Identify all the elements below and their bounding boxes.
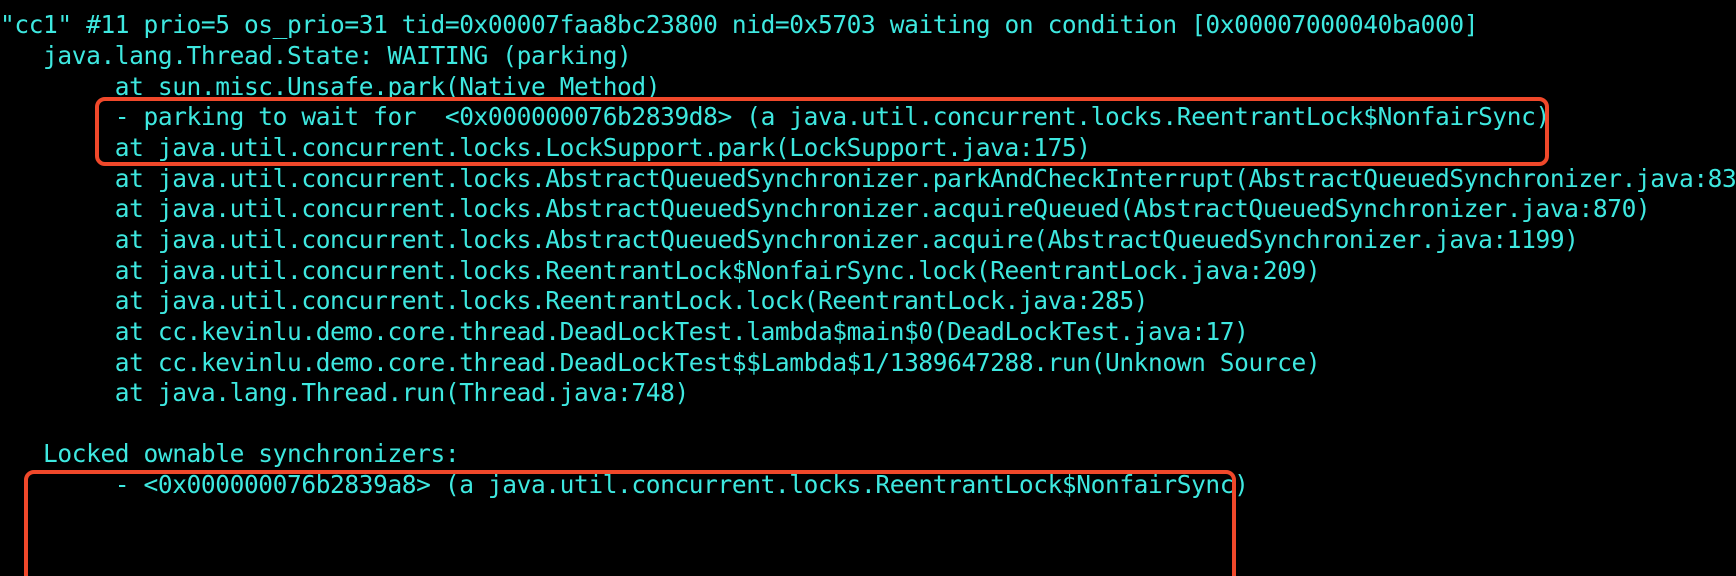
stack-frame-line: at java.lang.Thread.run(Thread.java:748)	[0, 378, 689, 407]
thread-header-line: "cc1" #11 prio=5 os_prio=31 tid=0x00007f…	[0, 10, 1479, 39]
locked-synchronizers-header: Locked ownable synchronizers:	[0, 439, 460, 468]
thread-state-line: java.lang.Thread.State: WAITING (parking…	[0, 41, 632, 70]
terminal-window: "cc1" #11 prio=5 os_prio=31 tid=0x00007f…	[0, 0, 1736, 576]
stack-frame-line: at java.util.concurrent.locks.AbstractQu…	[0, 164, 1736, 193]
stack-frame-line: at cc.kevinlu.demo.core.thread.DeadLockT…	[0, 348, 1321, 377]
stack-frame-line: at cc.kevinlu.demo.core.thread.DeadLockT…	[0, 317, 1249, 346]
stack-frame-line: at java.util.concurrent.locks.AbstractQu…	[0, 225, 1579, 254]
stack-frame-line: at java.util.concurrent.locks.ReentrantL…	[0, 286, 1149, 315]
stack-frame-line: at java.util.concurrent.locks.ReentrantL…	[0, 256, 1321, 285]
locked-synchronizers-highlight-box	[24, 470, 1236, 576]
stack-frame-line: at java.util.concurrent.locks.AbstractQu…	[0, 194, 1651, 223]
parking-highlight-box	[95, 97, 1549, 166]
